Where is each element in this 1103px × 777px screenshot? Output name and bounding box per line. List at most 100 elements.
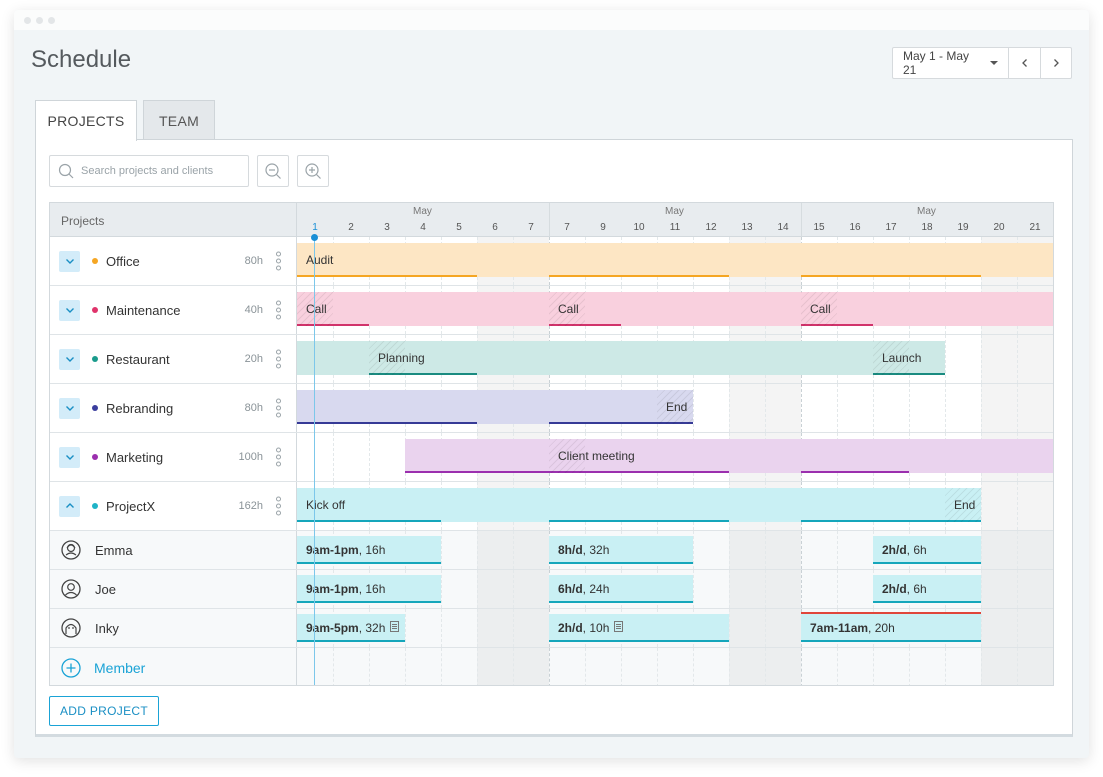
expand-project-button[interactable] (59, 348, 80, 370)
project-color-dot (92, 405, 98, 411)
project-bar[interactable] (297, 243, 1053, 277)
day-gridline (765, 609, 766, 647)
member-row-info: Joe (50, 570, 297, 608)
task-label[interactable]: Call (549, 292, 588, 326)
chevron-down-icon (65, 406, 74, 411)
assignment-hours: , 6h (906, 543, 927, 557)
day-gridline (981, 531, 982, 569)
note-icon[interactable] (614, 621, 624, 635)
project-bar[interactable] (297, 488, 981, 522)
assignment-bar[interactable]: 2h/d, 6h (873, 575, 981, 603)
task-label[interactable]: End (945, 488, 984, 522)
next-period-button[interactable] (1040, 48, 1071, 78)
day-gridline (909, 648, 910, 685)
overbooked-indicator (801, 612, 981, 614)
assignment-bar[interactable]: 6h/d, 24h (549, 575, 693, 603)
task-underline (801, 275, 981, 277)
day-gridline (801, 384, 802, 432)
assignment-time: 8h/d (558, 543, 583, 557)
project-color-dot (92, 356, 98, 362)
day-gridline (1017, 570, 1018, 608)
add-member-row: Member (50, 648, 1053, 685)
assignment-bar[interactable]: 8h/d, 32h (549, 536, 693, 564)
project-bar[interactable] (405, 439, 1053, 473)
day-gridline (441, 531, 442, 569)
project-bar[interactable] (297, 292, 1053, 326)
project-name: ProjectX (106, 498, 156, 514)
search-box (49, 155, 249, 187)
more-options-icon[interactable] (276, 300, 282, 320)
assignment-bar[interactable]: 7am-11am, 20h (801, 614, 981, 642)
day-label: 10 (633, 222, 645, 233)
task-label[interactable]: Call (297, 292, 336, 326)
collapse-project-button[interactable] (59, 495, 80, 517)
task-label[interactable]: Call (801, 292, 840, 326)
more-options-icon[interactable] (276, 496, 282, 516)
day-label: 7 (528, 222, 534, 233)
task-label[interactable]: Client meeting (549, 439, 644, 473)
month-label: May (413, 206, 432, 217)
day-gridline (369, 648, 370, 685)
expand-project-button[interactable] (59, 299, 80, 321)
window-dot-icon (24, 17, 31, 24)
date-range-dropdown[interactable]: May 1 - May 21 (893, 48, 1009, 78)
tab-projects[interactable]: PROJECTS (35, 100, 137, 141)
day-gridline (765, 384, 766, 432)
page-title: Schedule (31, 46, 132, 73)
window-titlebar (14, 10, 1089, 30)
day-label: 1 (312, 222, 318, 233)
task-label[interactable]: Kick off (297, 488, 354, 522)
task-underline (549, 275, 729, 277)
day-gridline (1017, 531, 1018, 569)
today-marker-dot (311, 234, 318, 241)
project-row: Rebranding 80h End (50, 384, 1053, 433)
chevron-down-icon (65, 357, 74, 362)
day-gridline (513, 570, 514, 608)
app-window: Schedule May 1 - May 21 PROJECTS TEAM Pr… (14, 10, 1089, 758)
more-options-icon[interactable] (276, 398, 282, 418)
task-label[interactable]: End (657, 390, 696, 424)
expand-project-button[interactable] (59, 250, 80, 272)
day-gridline (477, 570, 478, 608)
project-name: Rebranding (106, 400, 174, 416)
day-gridline (1017, 384, 1018, 432)
member-row: Inky 9am-5pm, 32h 2h/d, 10h 7am-11am, 20h (50, 609, 1053, 648)
assignment-bar[interactable]: 2h/d, 6h (873, 536, 981, 564)
add-project-button[interactable]: ADD PROJECT (49, 696, 159, 726)
day-gridline (405, 648, 406, 685)
project-hours: 100h (238, 451, 263, 463)
assignment-bar[interactable]: 9am-1pm, 16h (297, 575, 441, 603)
more-options-icon[interactable] (276, 447, 282, 467)
project-bar[interactable] (297, 390, 693, 424)
day-label: 7 (564, 222, 570, 233)
task-label[interactable]: Launch (873, 341, 930, 375)
task-label[interactable]: Planning (369, 341, 434, 375)
today-marker-line (314, 237, 315, 685)
note-icon[interactable] (390, 621, 400, 635)
add-member-button[interactable]: Member (50, 648, 297, 685)
add-circle-icon (61, 657, 81, 678)
task-underline (297, 422, 477, 424)
assignment-bar[interactable]: 2h/d, 10h (549, 614, 729, 642)
zoom-in-button[interactable] (297, 155, 329, 187)
project-row: Marketing 100h Client meeting (50, 433, 1053, 482)
task-label[interactable]: Audit (297, 243, 342, 277)
previous-period-button[interactable] (1009, 48, 1040, 78)
add-member-label: Member (94, 659, 146, 676)
expand-project-button[interactable] (59, 397, 80, 419)
chevron-up-icon (65, 503, 74, 508)
more-options-icon[interactable] (276, 251, 282, 271)
expand-project-button[interactable] (59, 446, 80, 468)
project-color-dot (92, 307, 98, 313)
zoom-out-button[interactable] (257, 155, 289, 187)
day-gridline (945, 384, 946, 432)
day-gridline (729, 648, 730, 685)
day-gridline (441, 648, 442, 685)
more-options-icon[interactable] (276, 349, 282, 369)
tab-team[interactable]: TEAM (143, 100, 215, 140)
assignment-hours: , 16h (358, 582, 386, 596)
day-gridline (477, 531, 478, 569)
project-timeline: Call Call Call (297, 286, 1053, 334)
assignment-bar[interactable]: 9am-1pm, 16h (297, 536, 441, 564)
search-input[interactable] (81, 165, 241, 177)
